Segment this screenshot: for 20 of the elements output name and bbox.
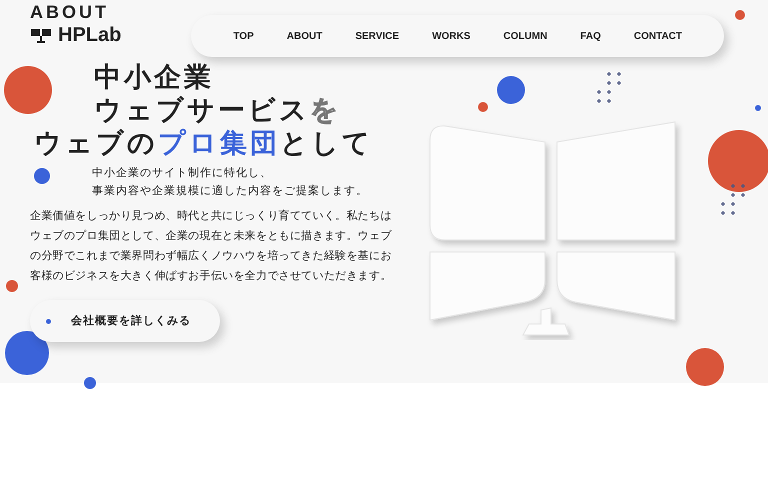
headline-line: ウェブの プロ集団 として [34, 127, 373, 160]
nav-link[interactable]: TOP [233, 28, 254, 44]
lead-text: 中小企業のサイト制作に特化し、 [92, 166, 272, 181]
headline-line: 中小企業 [94, 61, 214, 94]
section-heading: ABOUT [30, 2, 110, 22]
nav-link[interactable]: CONTACT [634, 28, 682, 44]
body-paragraph: 企業価値をしっかり見つめ、時代と共にじっくり育てていく。私たちはウェブのプロ集団として、企業の現在と未来をともに描きます。ウェブの分野でこれまで業界問わず幅広くノウハウを培ってきた経験を基にお客様のビジネスを大きく伸ばすお手伝いを全力でさせていただきます。 [30, 208, 393, 284]
bullet-icon [46, 318, 51, 324]
nav-link[interactable]: SERVICE [355, 28, 400, 44]
company-overview-button[interactable]: 会社概要を詳しくみる [30, 300, 220, 342]
nav-link[interactable]: COLUMN [503, 28, 548, 44]
nav-link[interactable]: ABOUT [286, 28, 322, 44]
logo-text: HPLab [58, 24, 122, 46]
lead-text: 事業内容や企業規模に適した内容をご提案します。 [92, 184, 368, 199]
plus-pattern-icon [720, 183, 746, 215]
nav-link[interactable]: FAQ [580, 28, 601, 44]
plus-pattern-icon [596, 71, 622, 103]
headline-line: ウェブサービス を [94, 94, 341, 127]
logo-icon [30, 27, 52, 43]
nav-link[interactable]: WORKS [432, 28, 470, 44]
